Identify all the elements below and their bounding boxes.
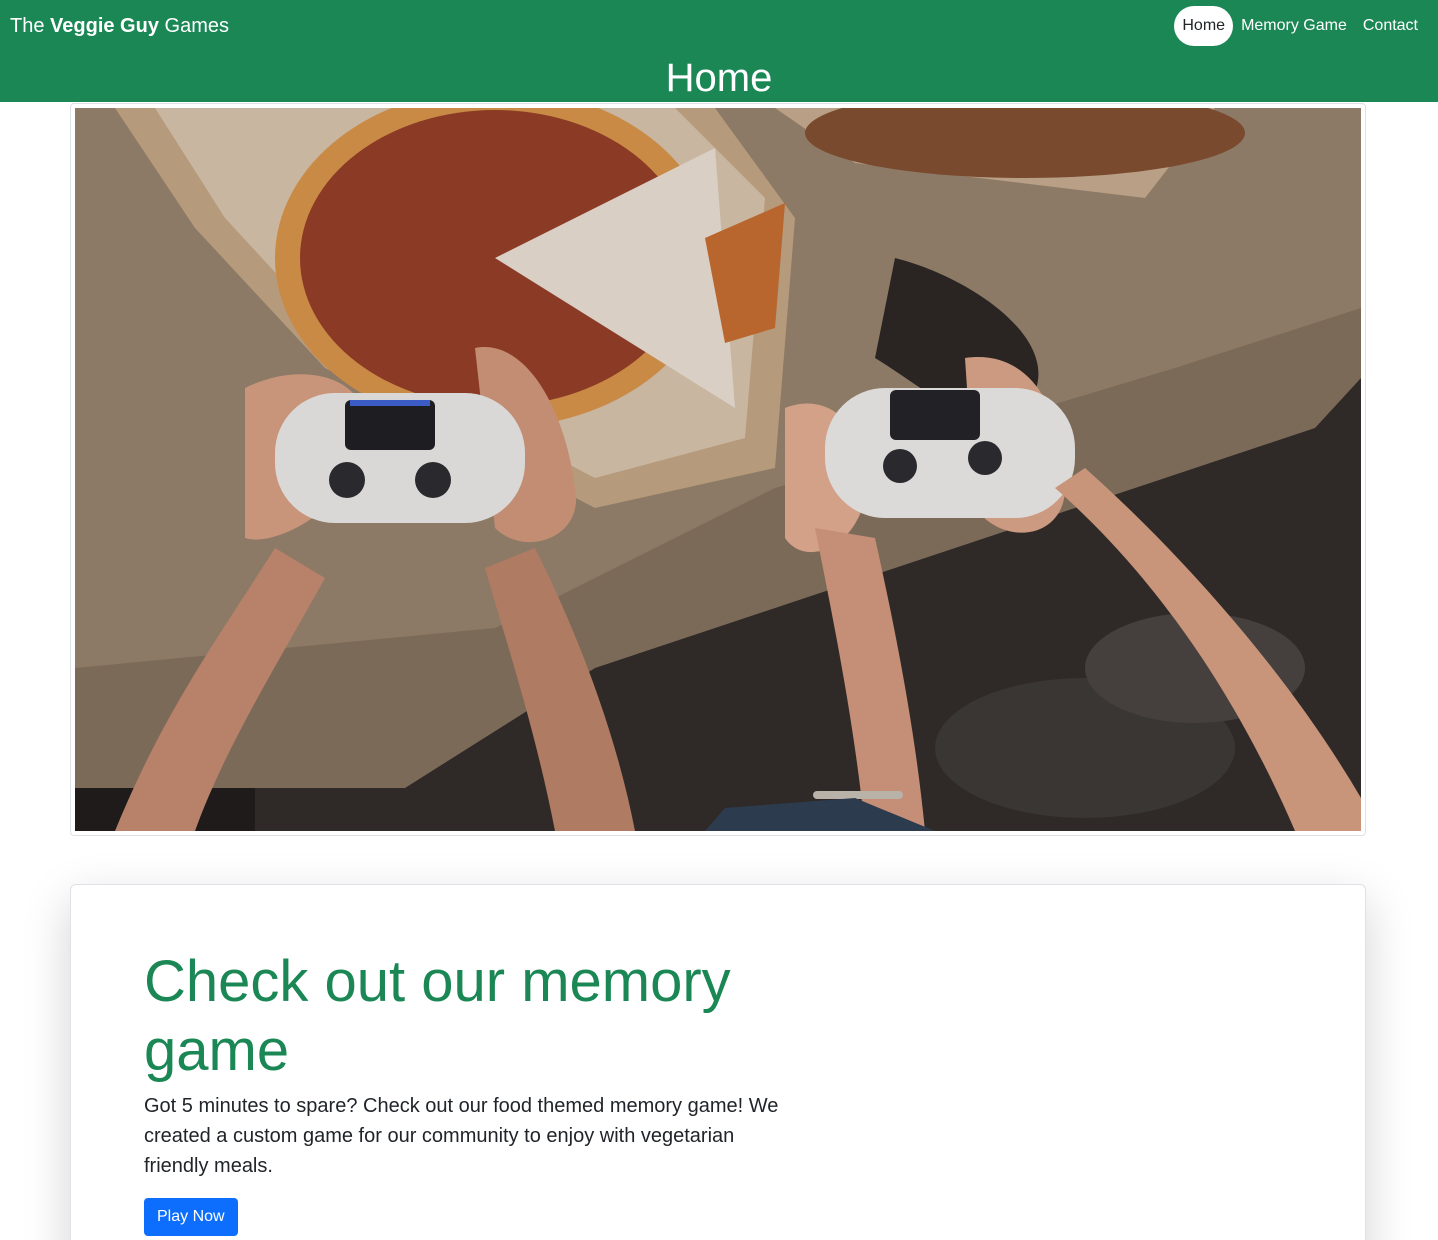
nav-home[interactable]: Home [1174,6,1234,46]
nav-contact[interactable]: Contact [1355,6,1426,46]
hero-photo [75,108,1361,831]
card-description: Got 5 minutes to spare? Check out our fo… [144,1095,779,1177]
brand-logo[interactable]: The Veggie Guy Games [10,13,229,39]
play-now-button[interactable]: Play Now [144,1198,238,1236]
hero-image-frame [70,103,1366,836]
brand-name: Veggie Guy [50,15,159,37]
brand-suffix: Games [158,15,229,37]
nav-memory-game[interactable]: Memory Game [1233,6,1355,46]
page-title: Home [665,56,773,100]
main-nav: Home Memory Game Contact [1174,6,1426,46]
site-header: The Veggie Guy Games Home Memory Game Co… [0,0,1438,102]
card-heading: Check out our memory game [144,949,731,1083]
memory-game-card: Check out our memory game Got 5 minutes … [70,884,1366,1240]
brand-prefix: The [10,15,51,37]
